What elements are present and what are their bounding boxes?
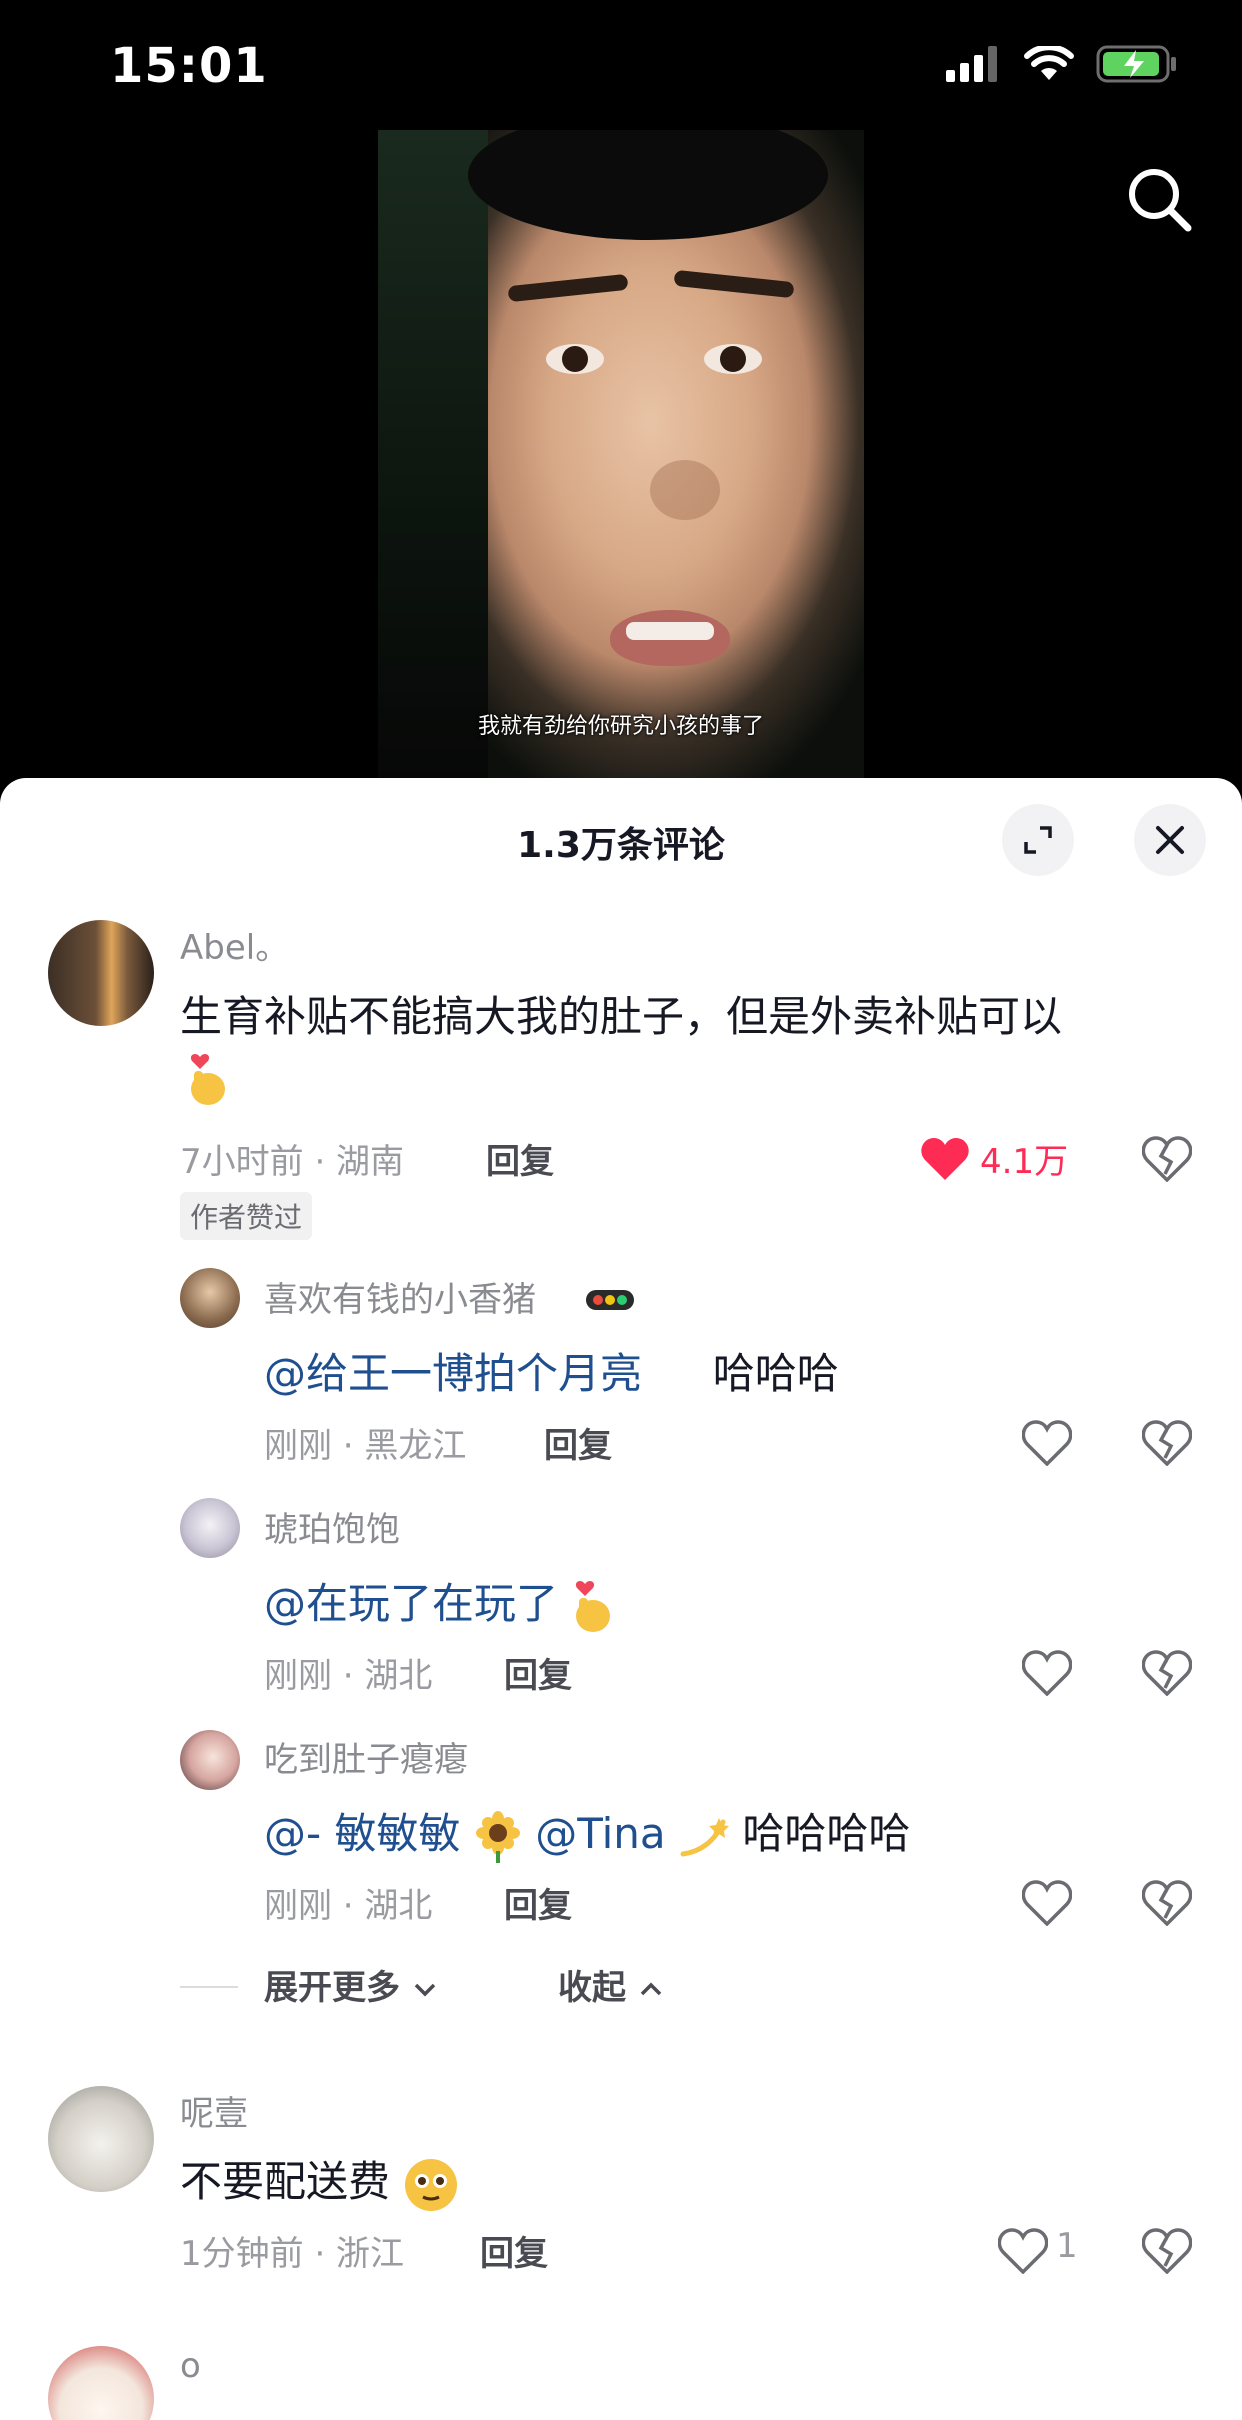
reply-button[interactable]: 回复: [480, 2226, 548, 2275]
expand-more-label: 展开更多: [264, 1968, 400, 2008]
finger-heart-emoji-icon: [576, 1580, 611, 1632]
finger-heart-emoji-icon: [190, 1054, 225, 1105]
reply-text: @在玩了在玩了: [264, 1570, 615, 1634]
reply-username[interactable]: 琥珀饱饱: [264, 1502, 400, 1551]
collapse-label: 收起: [558, 1968, 626, 2008]
dislike-icon[interactable]: [1142, 1420, 1192, 1466]
heart-icon[interactable]: [998, 2228, 1048, 2274]
avatar[interactable]: [48, 920, 154, 1026]
collapse-button[interactable]: 收起: [558, 1960, 664, 2009]
heart-icon[interactable]: [1022, 1420, 1072, 1466]
status-time: 15:01: [110, 38, 268, 94]
mention-link[interactable]: @Tina: [535, 1809, 665, 1858]
video-player[interactable]: 我就有劲给你研究小孩的事了: [378, 130, 864, 780]
comment-text: 生育补贴不能搞大我的肚子，但是外卖补贴可以: [180, 992, 1063, 1041]
reply-button[interactable]: 回复: [544, 1418, 612, 1467]
avatar[interactable]: [48, 2086, 154, 2192]
battery-charging-icon: [1096, 45, 1176, 83]
dislike-icon[interactable]: [1142, 2228, 1192, 2274]
reply-text-content: 哈哈哈: [712, 1349, 839, 1398]
video-person-mouth: [610, 610, 730, 666]
comment-username[interactable]: Abel。: [180, 920, 289, 969]
video-person-brow-left: [507, 273, 629, 303]
reply-username[interactable]: 吃到肚子瘪瘪: [264, 1732, 468, 1781]
video-subtitle: 我就有劲给你研究小孩的事了: [477, 714, 764, 739]
like-count: 4.1万: [980, 1142, 1069, 1182]
heart-icon[interactable]: [1022, 1880, 1072, 1926]
avatar[interactable]: [180, 1730, 240, 1790]
wifi-icon: [1024, 46, 1074, 80]
avatar[interactable]: [180, 1268, 240, 1328]
video-background-foliage: [378, 130, 488, 780]
status-bar: 15:01: [0, 0, 1242, 130]
reply-text: @- 敏敏敏 @Tina 哈哈哈哈: [264, 1800, 910, 1863]
heart-icon[interactable]: [1022, 1650, 1072, 1696]
reply-button[interactable]: 回复: [486, 1134, 554, 1183]
video-person-hair: [468, 130, 828, 240]
reply-button[interactable]: 回复: [504, 1648, 572, 1697]
like-count: 1: [1056, 2226, 1078, 2266]
comment-username[interactable]: o: [180, 2346, 201, 2386]
search-icon: [1129, 169, 1192, 232]
reply-meta: 刚刚 · 湖北: [264, 1886, 433, 1926]
heart-filled-icon[interactable]: [920, 1136, 970, 1182]
expand-button[interactable]: [1002, 804, 1074, 876]
close-button[interactable]: [1134, 804, 1206, 876]
video-person-eye-right: [704, 344, 762, 374]
replies-divider: [180, 1986, 238, 1988]
sunflower-emoji-icon: [475, 1810, 520, 1863]
dislike-icon[interactable]: [1142, 1880, 1192, 1926]
dislike-icon[interactable]: [1142, 1650, 1192, 1696]
reply-button[interactable]: 回复: [504, 1878, 572, 1927]
chevron-up-icon: [640, 1982, 662, 1996]
moon-emoji-icon: [663, 1356, 684, 1397]
reply-meta: 刚刚 · 湖北: [264, 1656, 433, 1696]
status-icons: [946, 44, 1178, 84]
video-person-nose: [650, 460, 720, 520]
avatar[interactable]: [180, 1498, 240, 1558]
mention-link[interactable]: @给王一博拍个月亮: [264, 1349, 642, 1398]
chevron-down-icon: [414, 1983, 436, 1997]
dizzy-emoji-icon: [680, 1817, 729, 1856]
reply-meta: 刚刚 · 黑龙江: [264, 1426, 467, 1466]
mention-link[interactable]: @- 敏敏敏: [264, 1809, 461, 1858]
reply-username[interactable]: 喜欢有钱的小香猪: [264, 1272, 536, 1321]
comment-meta: 1分钟前 · 浙江: [180, 2234, 405, 2274]
signal-icon: [946, 46, 997, 82]
author-liked-badge: 作者赞过: [180, 1192, 313, 1240]
comments-sheet: 1.3万条评论 Abel。 生育补贴不能搞大我的肚子，但是外卖补贴可以 7小时前…: [0, 778, 1242, 2420]
comment-meta: 7小时前 · 湖南: [180, 1142, 405, 1182]
search-button[interactable]: [1124, 164, 1194, 234]
reply-text-content: 哈哈哈哈: [742, 1809, 911, 1858]
avatar[interactable]: [48, 2346, 154, 2420]
comment-username[interactable]: 呢壹: [180, 2086, 248, 2135]
expand-more-button[interactable]: 展开更多: [264, 1960, 438, 2009]
dislike-icon[interactable]: [1142, 1136, 1192, 1182]
video-person-brow-right: [673, 269, 795, 299]
expand-icon: [1024, 826, 1052, 854]
reply-text: @给王一博拍个月亮 哈哈哈: [264, 1340, 839, 1401]
close-icon: [1156, 826, 1184, 854]
mention-link[interactable]: @在玩了在玩了: [264, 1579, 558, 1628]
traffic-light-emoji-icon: [586, 1290, 634, 1310]
comment-text: 不要配送费: [180, 2148, 459, 2213]
comment-text-content: 不要配送费: [180, 2157, 391, 2206]
flushed-face-emoji-icon: [405, 2158, 458, 2211]
video-person-eye-left: [546, 344, 604, 374]
